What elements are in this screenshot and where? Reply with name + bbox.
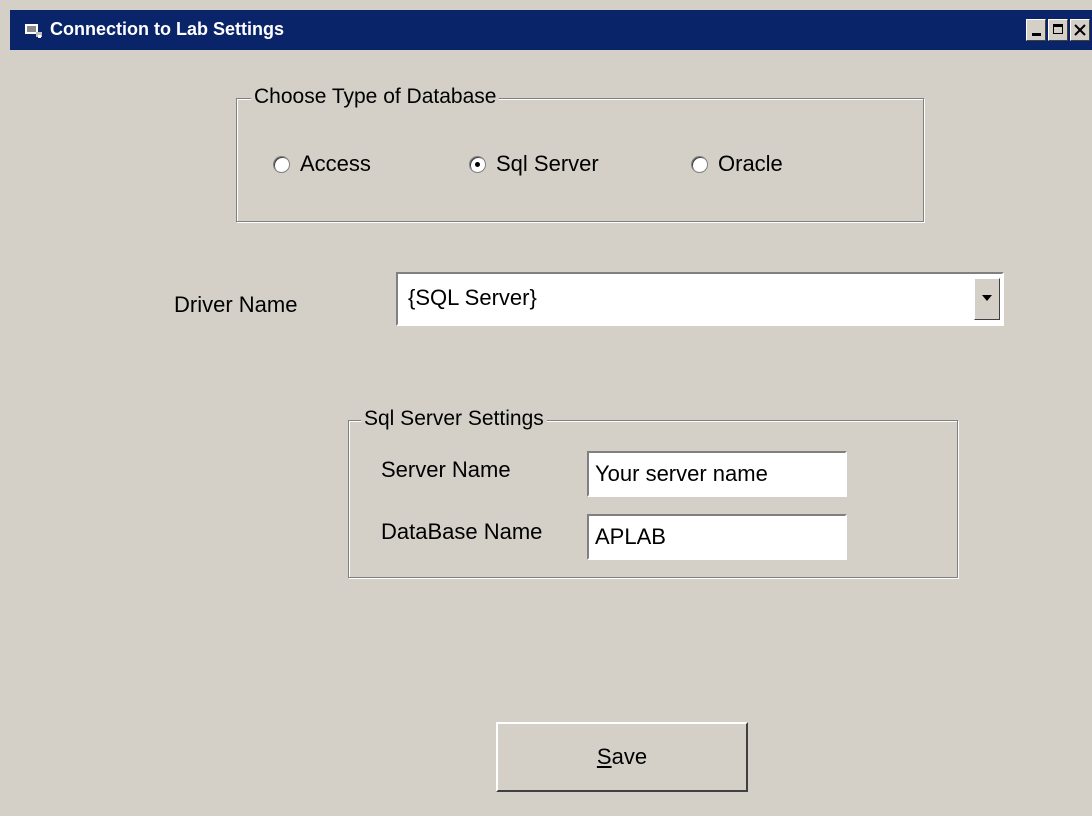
app-icon: [25, 24, 42, 38]
driver-name-value: {SQL Server}: [408, 285, 537, 310]
save-button[interactable]: Save: [496, 722, 748, 792]
close-button[interactable]: [1070, 19, 1090, 41]
maximize-icon: [1053, 24, 1063, 34]
database-type-group: Choose Type of Database Access Sql Serve…: [236, 85, 924, 222]
close-icon: [1074, 24, 1086, 36]
driver-name-select[interactable]: {SQL Server}: [396, 272, 1004, 326]
window-title: Connection to Lab Settings: [50, 19, 284, 39]
server-name-label: Server Name: [381, 457, 511, 482]
radio-access[interactable]: Access: [273, 151, 371, 177]
dropdown-button[interactable]: [974, 278, 1000, 320]
radio-sql-server-label: Sql Server: [496, 151, 599, 176]
radio-oracle-circle[interactable]: [691, 155, 708, 173]
database-name-input[interactable]: [587, 514, 847, 560]
server-name-input[interactable]: [587, 451, 847, 497]
radio-sql-server-circle[interactable]: [469, 155, 486, 173]
sql-server-settings-legend: Sql Server Settings: [361, 407, 547, 431]
radio-oracle[interactable]: Oracle: [691, 151, 783, 177]
save-mnemonic: S: [596, 744, 612, 769]
radio-oracle-label: Oracle: [718, 151, 783, 176]
radio-access-circle[interactable]: [273, 155, 290, 173]
database-type-legend: Choose Type of Database: [251, 85, 500, 109]
sql-server-settings-group: Sql Server Settings Server Name DataBase…: [348, 407, 958, 578]
minimize-icon: [1032, 33, 1041, 36]
minimize-button[interactable]: [1026, 19, 1046, 41]
title-bar: Connection to Lab Settings: [10, 10, 1092, 50]
save-label-rest: ave: [611, 744, 648, 769]
database-name-label: DataBase Name: [381, 519, 543, 544]
maximize-button[interactable]: [1048, 19, 1068, 41]
chevron-down-icon: [982, 295, 992, 301]
radio-selected-dot: [475, 161, 480, 167]
driver-name-label: Driver Name: [174, 292, 298, 317]
radio-access-label: Access: [300, 151, 371, 176]
radio-sql-server[interactable]: Sql Server: [469, 151, 599, 177]
